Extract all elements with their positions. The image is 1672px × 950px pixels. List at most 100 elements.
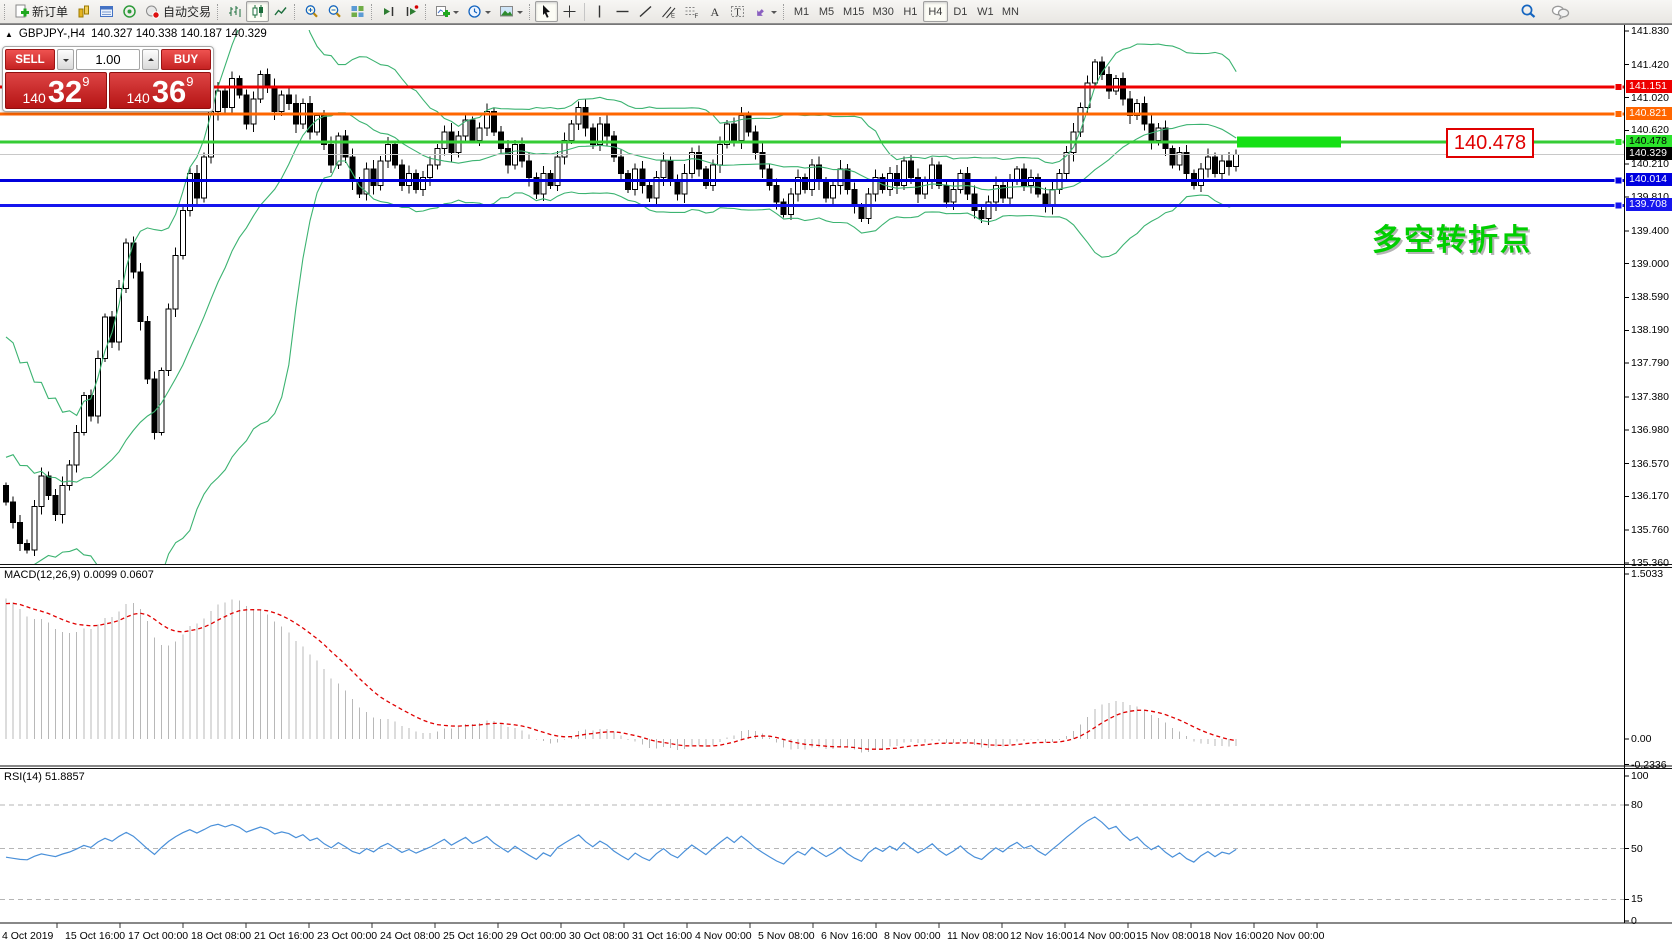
trendline-button[interactable] (634, 1, 657, 22)
market-watch-button[interactable] (72, 1, 95, 22)
new-order-button[interactable]: 新订单 (10, 1, 72, 22)
arrows-icon (753, 4, 768, 19)
line-chart-button[interactable] (269, 1, 292, 22)
templates-button[interactable] (495, 1, 527, 22)
one-click-trading-panel: SELL BUY 140 32 9 140 36 9 (2, 46, 214, 112)
triangle-down-icon (63, 59, 69, 65)
chart-area: ▲ GBPJPY-,H4 140.327 140.338 140.187 140… (0, 24, 1672, 949)
fibonacci-button[interactable]: F (680, 1, 703, 22)
buy-button[interactable]: BUY (161, 49, 211, 70)
template-icon (499, 4, 514, 19)
new-order-icon (14, 4, 29, 19)
text-button[interactable]: A (703, 1, 726, 22)
zoom-in-icon (304, 4, 319, 19)
chat-button[interactable] (1547, 1, 1574, 22)
timeframe-toolbar: M1M5M15M30H1H4D1W1MN (789, 1, 1023, 22)
dropdown-arrow-icon (485, 11, 491, 17)
trendline-icon (638, 4, 653, 19)
timeframe-M5[interactable]: M5 (814, 1, 839, 22)
arrows-button[interactable] (749, 1, 781, 22)
toolbar-grip (4, 4, 8, 20)
sell-price-sup: 9 (82, 75, 89, 88)
svg-text:A: A (711, 5, 720, 19)
horizontal-line-button[interactable] (611, 1, 634, 22)
timeframe-M30[interactable]: M30 (868, 1, 897, 22)
periods-button[interactable] (463, 1, 495, 22)
buy-price-prefix: 140 (126, 90, 149, 106)
toolbar-grip (425, 4, 429, 20)
tile-windows-button[interactable] (346, 1, 369, 22)
toolbar-grip (529, 4, 533, 20)
search-button[interactable] (1516, 1, 1541, 22)
mt4-terminal: { "toolbar": { "new_order_label": "新订单",… (0, 0, 1672, 949)
buy-price-box[interactable]: 140 36 9 (109, 72, 211, 109)
svg-text:E: E (671, 14, 675, 20)
toolbar-grip (371, 4, 375, 20)
triangle-up-icon (148, 55, 154, 61)
channel-icon: E (661, 4, 676, 19)
sell-price-box[interactable]: 140 32 9 (5, 72, 107, 109)
clock-icon (467, 4, 482, 19)
text-a-icon: A (707, 4, 722, 19)
buy-price-big: 36 (152, 78, 186, 106)
auto-trading-button[interactable]: 自动交易 (141, 1, 215, 22)
bar-chart-icon (227, 4, 242, 19)
vertical-line-button[interactable] (588, 1, 611, 22)
sell-button[interactable]: SELL (5, 49, 55, 70)
navigator-button[interactable] (118, 1, 141, 22)
auto-scroll-icon (381, 4, 396, 19)
indicators-button[interactable] (431, 1, 463, 22)
timeframe-D1[interactable]: D1 (948, 1, 973, 22)
candlestick-button[interactable] (246, 1, 269, 22)
timeframe-M15[interactable]: M15 (839, 1, 868, 22)
cursor-button[interactable] (535, 1, 558, 22)
chat-icon (1551, 4, 1570, 20)
svg-text:F: F (695, 14, 699, 19)
zoom-in-button[interactable] (300, 1, 323, 22)
chart-shift-icon (404, 4, 419, 19)
timeframe-M1[interactable]: M1 (789, 1, 814, 22)
tile-windows-icon (350, 4, 365, 19)
volume-input[interactable] (76, 49, 140, 70)
buy-price-sup: 9 (186, 75, 193, 88)
candlestick-icon (250, 4, 265, 19)
toolbar-grip (783, 4, 787, 20)
crosshair-icon (562, 4, 577, 19)
zoom-out-icon (327, 4, 342, 19)
timeframe-H1[interactable]: H1 (898, 1, 923, 22)
dropdown-arrow-icon (453, 11, 459, 17)
chart-canvas[interactable] (0, 25, 1672, 950)
auto-trading-label: 自动交易 (163, 3, 211, 20)
market-watch-icon (76, 4, 91, 19)
search-icon (1520, 3, 1537, 20)
timeframe-H4[interactable]: H4 (923, 1, 948, 22)
timeframe-MN[interactable]: MN (998, 1, 1023, 22)
crosshair-button[interactable] (558, 1, 581, 22)
indicators-add-icon (435, 4, 450, 19)
horizontal-line-icon (615, 4, 630, 19)
cursor-icon (539, 4, 554, 19)
channel-button[interactable]: E (657, 1, 680, 22)
zoom-out-button[interactable] (323, 1, 346, 22)
timeframe-W1[interactable]: W1 (973, 1, 998, 22)
data-window-button[interactable] (95, 1, 118, 22)
vertical-line-icon (592, 4, 607, 19)
dropdown-arrow-icon (517, 11, 523, 17)
new-order-label: 新订单 (32, 3, 68, 20)
toolbar-grip (217, 4, 221, 20)
navigator-icon (122, 4, 137, 19)
volume-decrease-button[interactable] (57, 49, 74, 70)
line-chart-icon (273, 4, 288, 19)
auto-trading-icon (145, 4, 160, 19)
dropdown-arrow-icon (771, 11, 777, 17)
auto-scroll-button[interactable] (377, 1, 400, 22)
chart-shift-button[interactable] (400, 1, 423, 22)
sell-price-prefix: 140 (22, 90, 45, 106)
bar-chart-button[interactable] (223, 1, 246, 22)
data-window-icon (99, 4, 114, 19)
svg-text:T: T (735, 8, 741, 19)
label-button[interactable]: T (726, 1, 749, 22)
toolbar: 新订单 自动交易 (0, 0, 1672, 24)
toolbar-separator (584, 3, 585, 21)
volume-increase-button[interactable] (142, 49, 159, 70)
